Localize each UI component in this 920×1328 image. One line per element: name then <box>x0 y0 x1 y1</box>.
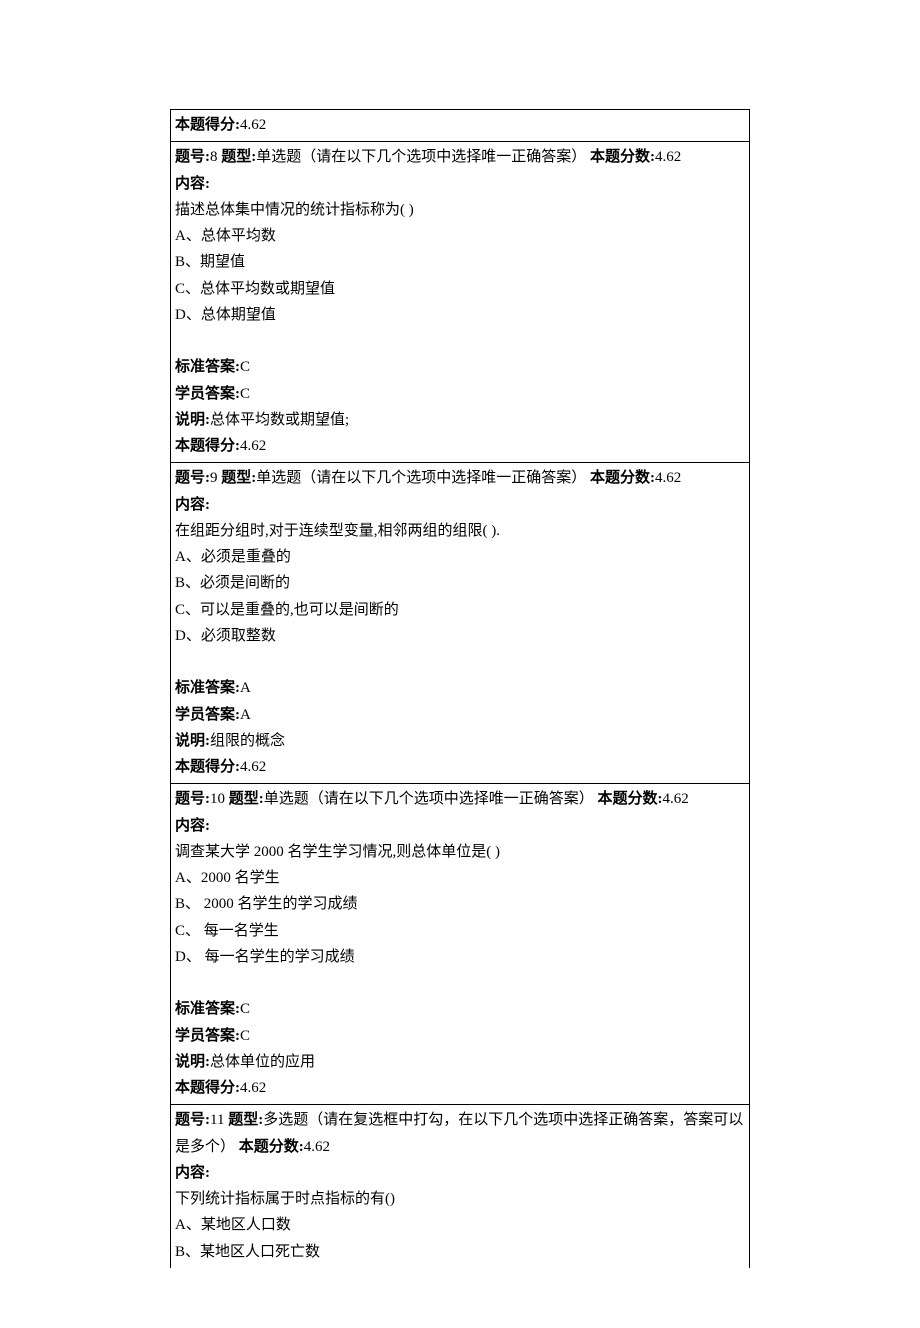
explain-text: 总体平均数或期望值; <box>210 412 349 428</box>
stu-answer: C <box>240 1028 250 1044</box>
qtype-label: 题型: <box>229 791 264 807</box>
question-stem: 在组距分组时,对于连续型变量,相邻两组的组限( ). <box>175 518 745 544</box>
option: A、总体平均数 <box>175 223 745 249</box>
qscore-label: 本题分数: <box>598 791 663 807</box>
option: A、某地区人口数 <box>175 1212 745 1238</box>
qscore: 4.62 <box>655 470 681 486</box>
question-stem: 下列统计指标属于时点指标的有() <box>175 1186 745 1212</box>
document-body: 本题得分:4.62 题号:8 题型:单选题（请在以下几个选项中选择唯一正确答案）… <box>170 109 750 1268</box>
score-row: 本题得分:4.62 <box>170 109 750 142</box>
content-label: 内容: <box>175 1160 745 1186</box>
explain-label: 说明: <box>175 412 210 428</box>
qnum: 11 <box>210 1112 224 1128</box>
qnum: 9 <box>210 470 218 486</box>
stu-answer-label: 学员答案: <box>175 1028 240 1044</box>
qtype-label: 题型: <box>221 470 256 486</box>
std-answer: A <box>240 680 251 696</box>
content-label: 内容: <box>175 171 745 197</box>
qscore-label: 本题分数: <box>590 149 655 165</box>
stu-answer-label: 学员答案: <box>175 707 240 723</box>
score-label: 本题得分: <box>175 438 240 454</box>
qtype: 单选题（请在以下几个选项中选择唯一正确答案） <box>264 791 594 807</box>
option: D、 每一名学生的学习成绩 <box>175 944 745 970</box>
score-label: 本题得分: <box>175 117 240 133</box>
option: B、某地区人口死亡数 <box>175 1239 745 1265</box>
qscore: 4.62 <box>655 149 681 165</box>
qtype: 单选题（请在以下几个选项中选择唯一正确答案） <box>256 149 586 165</box>
option: D、总体期望值 <box>175 302 745 328</box>
std-answer-label: 标准答案: <box>175 1001 240 1017</box>
score-value: 4.62 <box>240 117 266 133</box>
content-label: 内容: <box>175 492 745 518</box>
qnum-label: 题号: <box>175 1112 210 1128</box>
qnum: 10 <box>210 791 225 807</box>
option: D、必须取整数 <box>175 623 745 649</box>
option: B、 2000 名学生的学习成绩 <box>175 891 745 917</box>
score-value: 4.62 <box>240 438 266 454</box>
qnum-label: 题号: <box>175 149 210 165</box>
std-answer: C <box>240 1001 250 1017</box>
qnum-label: 题号: <box>175 470 210 486</box>
qtype-label: 题型: <box>221 149 256 165</box>
question-stem: 调查某大学 2000 名学生学习情况,则总体单位是( ) <box>175 839 745 865</box>
option: C、 每一名学生 <box>175 918 745 944</box>
qtype: 单选题（请在以下几个选项中选择唯一正确答案） <box>256 470 586 486</box>
option: A、2000 名学生 <box>175 865 745 891</box>
question-stem: 描述总体集中情况的统计指标称为( ) <box>175 197 745 223</box>
qscore-label: 本题分数: <box>239 1139 304 1155</box>
explain-text: 组限的概念 <box>210 733 285 749</box>
std-answer-label: 标准答案: <box>175 359 240 375</box>
explain-text: 总体单位的应用 <box>210 1054 315 1070</box>
std-answer-label: 标准答案: <box>175 680 240 696</box>
question-block: 题号:10 题型:单选题（请在以下几个选项中选择唯一正确答案） 本题分数:4.6… <box>170 783 750 1105</box>
qscore: 4.62 <box>304 1139 330 1155</box>
score-label: 本题得分: <box>175 759 240 775</box>
qnum: 8 <box>210 149 218 165</box>
score-value: 4.62 <box>240 759 266 775</box>
explain-label: 说明: <box>175 733 210 749</box>
question-block: 题号:11 题型:多选题（请在复选框中打勾，在以下几个选项中选择正确答案，答案可… <box>170 1104 750 1268</box>
content-label: 内容: <box>175 813 745 839</box>
option: A、必须是重叠的 <box>175 544 745 570</box>
stu-answer: A <box>240 707 251 723</box>
std-answer: C <box>240 359 250 375</box>
score-label: 本题得分: <box>175 1080 240 1096</box>
option: B、必须是间断的 <box>175 570 745 596</box>
option: C、总体平均数或期望值 <box>175 276 745 302</box>
qnum-label: 题号: <box>175 791 210 807</box>
question-block: 题号:8 题型:单选题（请在以下几个选项中选择唯一正确答案） 本题分数:4.62… <box>170 141 750 463</box>
question-block: 题号:9 题型:单选题（请在以下几个选项中选择唯一正确答案） 本题分数:4.62… <box>170 462 750 784</box>
score-value: 4.62 <box>240 1080 266 1096</box>
option: B、期望值 <box>175 249 745 275</box>
qscore-label: 本题分数: <box>590 470 655 486</box>
option: C、可以是重叠的,也可以是间断的 <box>175 597 745 623</box>
stu-answer-label: 学员答案: <box>175 386 240 402</box>
explain-label: 说明: <box>175 1054 210 1070</box>
stu-answer: C <box>240 386 250 402</box>
qscore: 4.62 <box>663 791 689 807</box>
qtype-label: 题型: <box>228 1112 263 1128</box>
